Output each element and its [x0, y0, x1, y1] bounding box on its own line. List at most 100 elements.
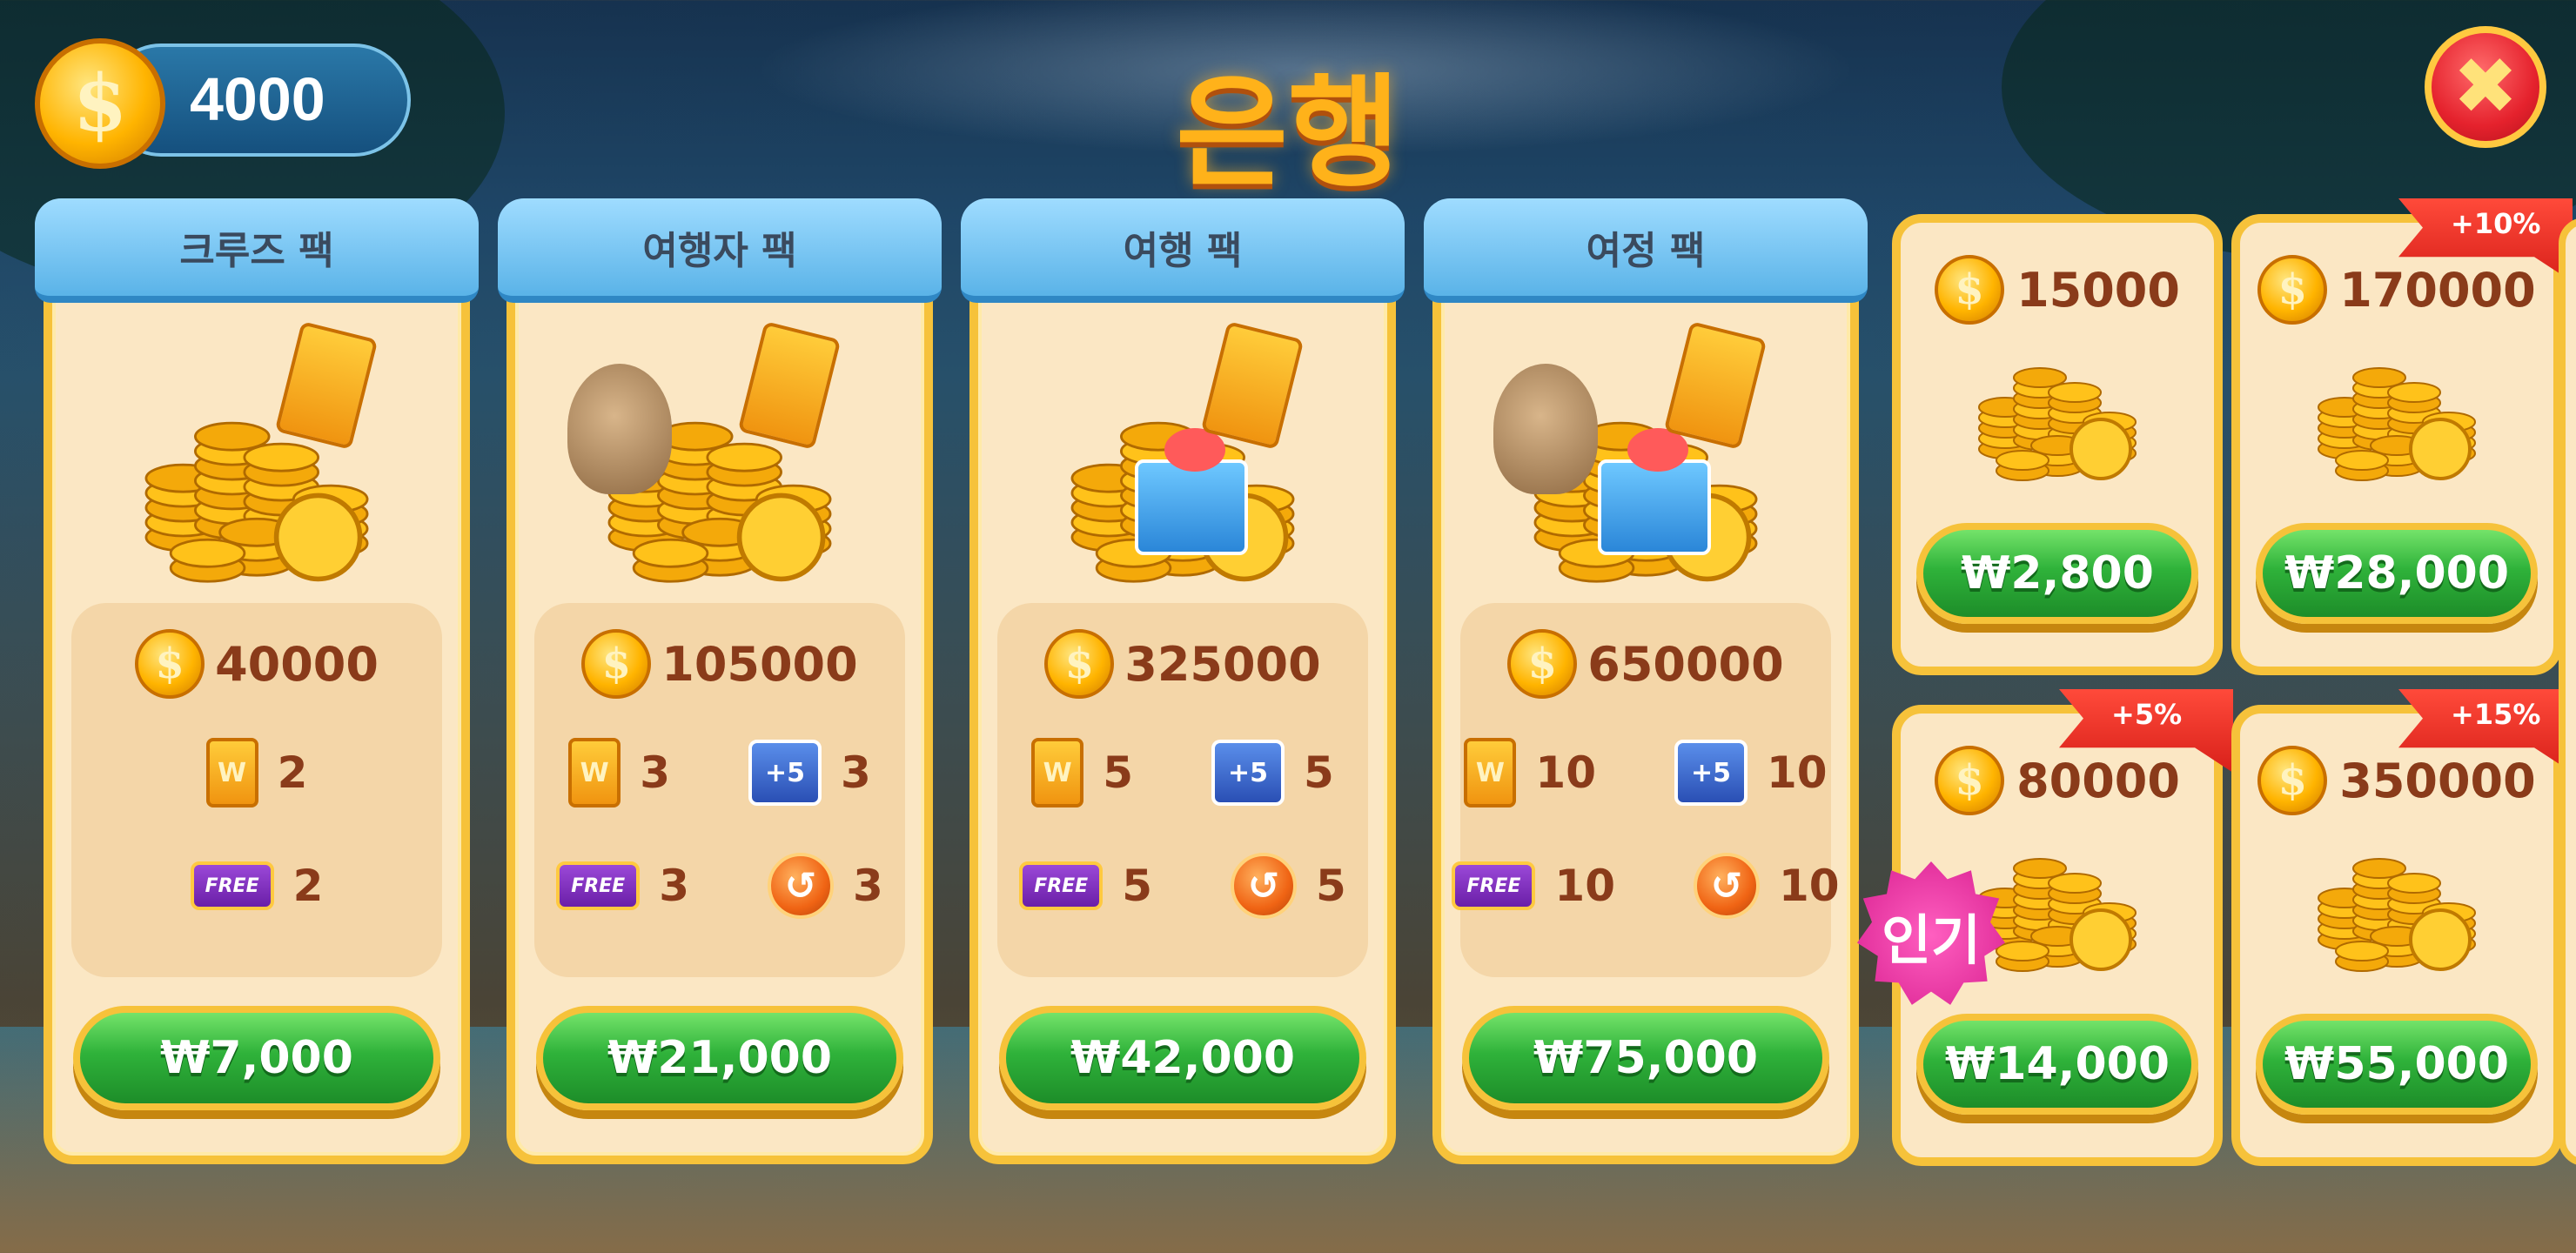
plus5-item: +5 5 — [1211, 740, 1334, 806]
free-ticket-item: FREE 2 — [190, 861, 324, 911]
coin-icon-symbol: $ — [1064, 640, 1094, 688]
pack-coin-amount: 105000 — [661, 636, 858, 692]
wild-card-icon: W — [205, 738, 258, 807]
undo-item: ↺ 3 — [768, 853, 883, 919]
wild-card-item: W5 — [1031, 738, 1133, 807]
buy-button[interactable]: ₩75,000 — [1462, 1006, 1829, 1110]
coin-icon: $ — [581, 629, 652, 699]
coin-pack-amount-row: $350000 — [2231, 741, 2562, 820]
wild-card-item: W2 — [205, 738, 308, 807]
undo-icon-label: ↺ — [784, 863, 817, 908]
buy-button[interactable]: ₩2,800 — [1916, 523, 2198, 624]
buy-button[interactable]: ₩7,000 — [73, 1006, 440, 1110]
pack-item-row: W 5 +5 5 — [997, 734, 1368, 812]
pack-coin-amount: 650000 — [1587, 636, 1784, 692]
pack-item-row: FREE 5 ↺ 5 — [997, 847, 1368, 925]
pack-coin-amount: 325000 — [1124, 636, 1321, 692]
coin-pack-amount: 350000 — [2339, 753, 2536, 808]
bonus-percent: +5% — [2111, 698, 2183, 731]
pack-contents: $650000 W 10 +5 10 FREE 10 ↺ 10 — [1452, 603, 1840, 977]
bundle-pack-card[interactable]: 여행 팩 $325000 W 5 +5 5 FREE 5 ↺ 5 ₩42,000 — [961, 190, 1405, 1164]
buy-button[interactable]: ₩28,000 — [2256, 523, 2538, 624]
pack-name: 여행자 팩 — [642, 229, 797, 273]
pack-item-row: FREE 3 ↺ 3 — [534, 847, 905, 925]
coin-balance-value: 4000 — [190, 65, 325, 133]
coin-icon-symbol: $ — [601, 640, 631, 688]
bonus-percent: +10% — [2451, 207, 2541, 240]
pack-ribbon: 여행자 팩 — [498, 198, 942, 303]
coin-pack-amount-row: $170000 — [2231, 251, 2562, 329]
pack-name: 크루즈 팩 — [179, 229, 334, 273]
coin-icon-symbol: $ — [2277, 756, 2307, 805]
coin-icon: $ — [1044, 629, 1115, 699]
wild-card-icon-label: W — [218, 757, 247, 788]
coin-pack-card[interactable]: $350000 ₩55,000 +15% — [2231, 689, 2573, 1166]
pack-illustration — [1013, 312, 1352, 625]
coin-pack-card[interactable]: $80000 ₩14,000 +5% 인기 — [1857, 689, 2233, 1166]
free-ticket-qty: 2 — [292, 861, 324, 911]
coin-icon: $ — [1507, 629, 1578, 699]
gift-box-icon — [1135, 428, 1248, 555]
buy-button[interactable]: ₩55,000 — [2256, 1014, 2538, 1115]
free-ticket-icon: FREE — [556, 861, 641, 910]
pack-coin-row: $105000 — [534, 625, 905, 703]
free-ticket-item: FREE 5 — [1019, 861, 1152, 911]
coin-icon: $ — [2257, 255, 2328, 325]
coin-icon: $ — [1935, 746, 2005, 815]
wild-card-qty: 2 — [277, 747, 308, 798]
bundle-pack-card[interactable]: 여정 팩 $650000 W 10 +5 10 FREE 10 ↺ 10 ₩75,000 — [1424, 190, 1868, 1164]
undo-item: ↺ 5 — [1231, 853, 1346, 919]
plus5-qty: 10 — [1767, 747, 1828, 798]
undo-icon-label: ↺ — [1710, 863, 1743, 908]
pack-item-row: FREE 2 — [71, 847, 442, 925]
plus5-cards-icon-label: +5 — [1227, 757, 1268, 788]
buy-button[interactable]: ₩21,000 — [536, 1006, 903, 1110]
pack-coin-row: $650000 — [1460, 625, 1831, 703]
pack-contents: $40000 W 2 FREE 2 — [71, 603, 442, 977]
coin-icon-symbol: $ — [1955, 265, 1984, 314]
free-ticket-icon: FREE — [1452, 861, 1536, 910]
free-ticket-icon-label: FREE — [1466, 874, 1521, 897]
coin-icon: $ — [135, 629, 205, 699]
bundle-pack-card[interactable]: 크루즈 팩 $40000 W 2 FREE 2 ₩7,000 — [35, 190, 479, 1164]
pack-item-row: FREE 10 ↺ 10 — [1452, 847, 1840, 925]
free-ticket-icon-label: FREE — [205, 874, 259, 897]
wild-card-icon-label: W — [580, 757, 609, 788]
pack-illustration — [87, 312, 426, 625]
coin-pile-illustration — [1970, 835, 2144, 983]
wild-card-qty: 3 — [640, 747, 670, 798]
close-button[interactable]: ✖ — [2425, 26, 2546, 148]
pack-item-row: W 3 +5 3 — [534, 734, 905, 812]
wild-card-icon-label: W — [1475, 757, 1505, 788]
plus5-cards-icon: +5 — [748, 740, 822, 806]
free-ticket-item: FREE 10 — [1452, 861, 1615, 911]
pack-name: 여행 팩 — [1123, 229, 1243, 273]
free-ticket-icon: FREE — [1019, 861, 1104, 910]
coin-pile-illustration — [2310, 345, 2484, 492]
pack-ribbon: 여정 팩 — [1424, 198, 1868, 303]
free-ticket-qty: 10 — [1554, 861, 1615, 911]
free-ticket-qty: 3 — [659, 861, 689, 911]
coin-icon-symbol: $ — [1955, 756, 1984, 805]
coin-pack-amount: 170000 — [2339, 262, 2536, 318]
undo-icon-label: ↺ — [1247, 863, 1280, 908]
next-offer-card-edge[interactable] — [2559, 218, 2576, 1166]
buy-button[interactable]: ₩42,000 — [999, 1006, 1366, 1110]
plus5-item: +5 3 — [748, 740, 871, 806]
coin-icon-symbol: $ — [155, 640, 184, 688]
close-icon: ✖ — [2452, 41, 2519, 132]
free-ticket-icon-label: FREE — [571, 874, 626, 897]
coin-icon-symbol: $ — [2277, 265, 2307, 314]
plus5-cards-icon: +5 — [1211, 740, 1285, 806]
wild-card-icon: W — [1031, 738, 1084, 807]
pack-ribbon: 크루즈 팩 — [35, 198, 479, 303]
pack-coin-row: $40000 — [71, 625, 442, 703]
free-ticket-icon-label: FREE — [1034, 874, 1089, 897]
bundle-pack-card[interactable]: 여행자 팩 $105000 W 3 +5 3 FREE 3 ↺ 3 ₩21,000 — [498, 190, 942, 1164]
coin-pack-card[interactable]: $170000 ₩28,000 +10% — [2231, 198, 2573, 675]
plus5-qty: 3 — [841, 747, 871, 798]
buy-button[interactable]: ₩14,000 — [1916, 1014, 2198, 1115]
pack-contents: $105000 W 3 +5 3 FREE 3 ↺ 3 — [534, 603, 905, 977]
coin-pack-card[interactable]: $15000 ₩2,800 — [1892, 214, 2223, 675]
plus5-cards-icon-label: +5 — [764, 757, 805, 788]
